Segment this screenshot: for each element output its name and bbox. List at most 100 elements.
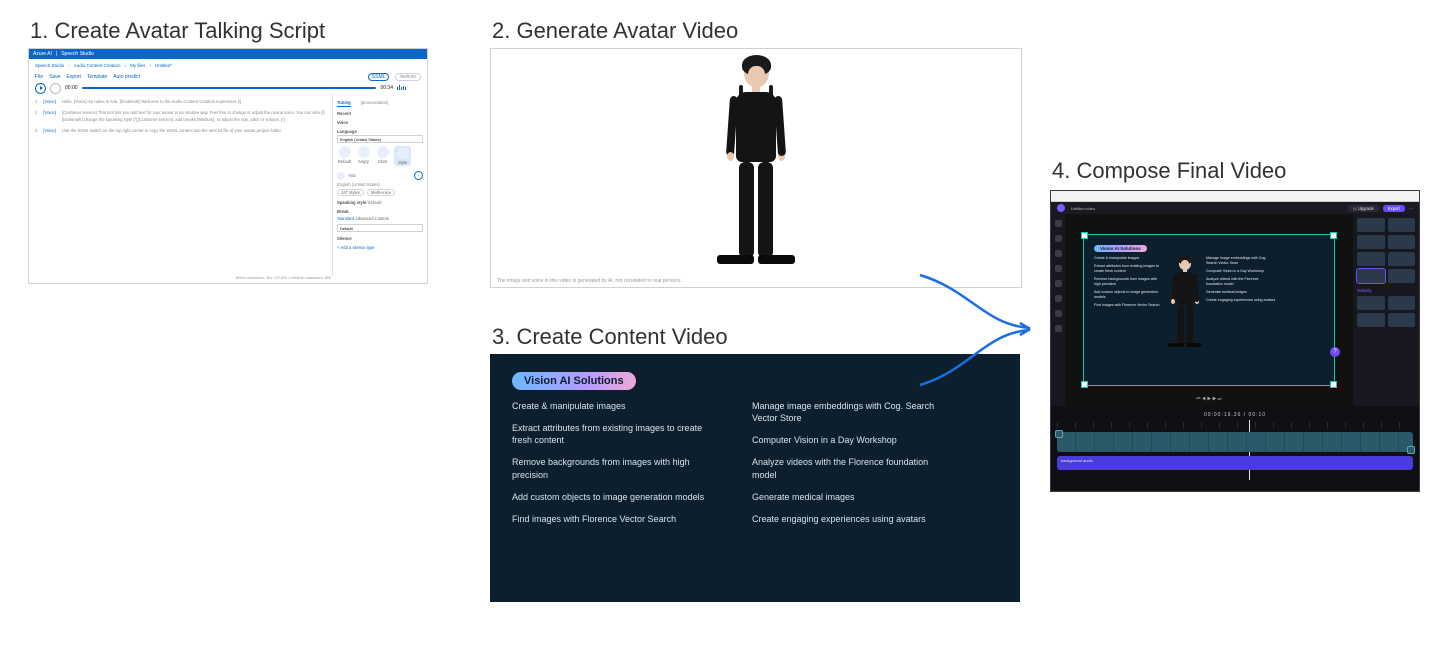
resize-handle[interactable] — [1330, 232, 1337, 239]
more-icon[interactable]: ⋯ — [1409, 206, 1413, 211]
template-menu[interactable]: Template — [87, 74, 107, 80]
file-menu[interactable]: File — [35, 74, 43, 80]
resize-handle[interactable] — [1330, 381, 1337, 388]
media-thumb[interactable] — [1357, 218, 1385, 232]
media-thumb[interactable] — [1357, 313, 1385, 327]
style-angry[interactable]: Angry — [356, 146, 371, 166]
recent-label: Recent — [337, 111, 423, 116]
preview-slide-badge: Vision AI Solutions — [1094, 245, 1147, 252]
play-button[interactable] — [35, 83, 46, 94]
rail-icon[interactable] — [1055, 235, 1062, 242]
voice-label: Voice — [337, 120, 423, 125]
save-button[interactable]: Save — [49, 74, 60, 80]
style-chat[interactable]: Chat — [375, 146, 390, 166]
content-slide: Vision AI Solutions Create & manipulate … — [490, 354, 1020, 602]
player-end: 00:34 — [380, 85, 393, 91]
add-silence-button[interactable]: + Add a silence type — [337, 245, 423, 250]
upgrade-button[interactable]: ◇ Upgrade — [1348, 205, 1378, 212]
rail-icon[interactable] — [1055, 325, 1062, 332]
app-logo-icon — [1057, 204, 1065, 212]
rail-icon[interactable] — [1055, 295, 1062, 302]
clip-handle[interactable] — [1055, 430, 1063, 438]
project-title[interactable]: Untitled video — [1071, 206, 1095, 211]
media-thumb[interactable] — [1357, 296, 1385, 310]
stop-button[interactable] — [50, 83, 61, 94]
speaking-style-value: Default — [368, 200, 382, 205]
transport-controls[interactable]: ⏮ ◀ ▶ ▶ ⏭ — [1084, 396, 1334, 401]
app-name: Speech Studio — [61, 51, 94, 57]
speaking-style-label: Speaking style — [337, 200, 366, 205]
resize-handle[interactable] — [1081, 381, 1088, 388]
style-default[interactable]: Default — [337, 146, 352, 166]
video-track[interactable] — [1057, 432, 1413, 452]
crumb-0[interactable]: Speech Studio — [35, 63, 64, 68]
rail-icon[interactable] — [1055, 280, 1062, 287]
step-1-title: 1. Create Avatar Talking Script — [30, 18, 428, 44]
rail-icon[interactable] — [1055, 265, 1062, 272]
break-opt-0[interactable]: Standard — [337, 216, 354, 221]
tuning-panel: Tuning [pronunciation] Recent Voice Lang… — [332, 94, 427, 276]
media-thumb[interactable] — [1388, 296, 1416, 310]
audio-track[interactable]: background audio — [1057, 456, 1413, 470]
speech-studio-window: Azure AI | Speech Studio Speech Studio› … — [28, 48, 428, 284]
rail-icon[interactable] — [1055, 310, 1062, 317]
player: 00:00 00:34 — [29, 82, 427, 94]
tab-tuning[interactable]: Tuning — [337, 100, 351, 107]
tab-pronunciation[interactable]: [pronunciation] — [361, 100, 388, 107]
paragraph-2: Use the SSML switch on the top right cor… — [62, 127, 282, 134]
lexicon-button[interactable]: lexicon — [395, 73, 421, 81]
preview-left-list: Create & manipulate imagesExtract attrib… — [1094, 256, 1164, 347]
auto-predict-toggle[interactable]: Auto predict — [113, 74, 140, 80]
silence-label: Silence — [337, 236, 423, 241]
crumb-2[interactable]: My files — [130, 63, 145, 68]
rail-icon[interactable] — [1055, 250, 1062, 257]
break-select[interactable] — [337, 224, 423, 232]
voice-locale: English (United States) — [337, 182, 423, 187]
media-thumb[interactable] — [1388, 269, 1416, 283]
clip-handle[interactable] — [1407, 446, 1415, 454]
media-thumb[interactable] — [1357, 235, 1385, 249]
window-chrome — [1051, 191, 1419, 202]
media-thumb[interactable] — [1388, 235, 1416, 249]
flow-arrow-icon — [915, 270, 1050, 390]
ssml-toggle[interactable]: SSML — [368, 73, 390, 81]
canvas-preview[interactable]: Vision AI Solutions Create & manipulate … — [1083, 234, 1335, 386]
editor-topbar: Untitled video ◇ Upgrade Export ⋯ — [1051, 202, 1419, 214]
audio-track-label: background audio — [1061, 458, 1093, 463]
slide-left-list: Create & manipulate images Extract attri… — [512, 400, 712, 535]
time-ruler[interactable] — [1057, 422, 1413, 428]
left-rail — [1051, 214, 1065, 406]
speech-studio-titlebar: Azure AI | Speech Studio — [29, 49, 427, 59]
media-thumb-selected[interactable] — [1357, 269, 1385, 283]
rail-icon[interactable] — [1055, 220, 1062, 227]
crumb-1[interactable]: Audio Content Creation — [74, 63, 121, 68]
export-button[interactable]: Export — [66, 74, 80, 80]
slide-badge: Vision AI Solutions — [512, 372, 636, 390]
resize-handle[interactable] — [1081, 232, 1088, 239]
character-counter: Billed characters: 381 / 20,000 • Lifeti… — [236, 276, 331, 280]
voice-next-icon[interactable]: › — [414, 171, 423, 180]
breadcrumb: Speech Studio› Audio Content Creation› M… — [29, 59, 427, 72]
player-track[interactable] — [82, 87, 377, 89]
list-item: Create engaging experiences using avatar… — [752, 513, 952, 525]
crumb-3: Untitled* — [155, 63, 172, 68]
waveform-icon — [397, 86, 421, 90]
break-opt-1[interactable]: Advanced — [355, 216, 374, 221]
media-thumb[interactable] — [1388, 313, 1416, 327]
break-opt-2[interactable]: Custom — [375, 216, 389, 221]
script-editor[interactable]: 1[Voice]Hello, [Voice] my name is Aria. … — [29, 94, 332, 276]
media-thumb[interactable] — [1388, 218, 1416, 232]
language-select[interactable] — [337, 135, 423, 143]
voice-badge-0: 147 styles — [337, 189, 364, 196]
style-grid: Default Angry Chat Style — [337, 146, 423, 166]
media-thumb[interactable] — [1357, 252, 1385, 266]
media-thumb[interactable] — [1388, 252, 1416, 266]
step-2: 2. Generate Avatar Video The image and v… — [490, 18, 1040, 288]
export-button[interactable]: Export — [1383, 205, 1405, 212]
video-editor-window: Untitled video ◇ Upgrade Export ⋯ — [1050, 190, 1420, 492]
media-panel: Velocity — [1353, 214, 1419, 406]
list-item: Add custom objects to image generation m… — [512, 491, 712, 503]
slide-right-list: Manage image embeddings with Cog. Search… — [752, 400, 952, 535]
style-selected[interactable]: Style — [394, 146, 411, 166]
help-tip-button[interactable]: ? — [1330, 347, 1340, 357]
